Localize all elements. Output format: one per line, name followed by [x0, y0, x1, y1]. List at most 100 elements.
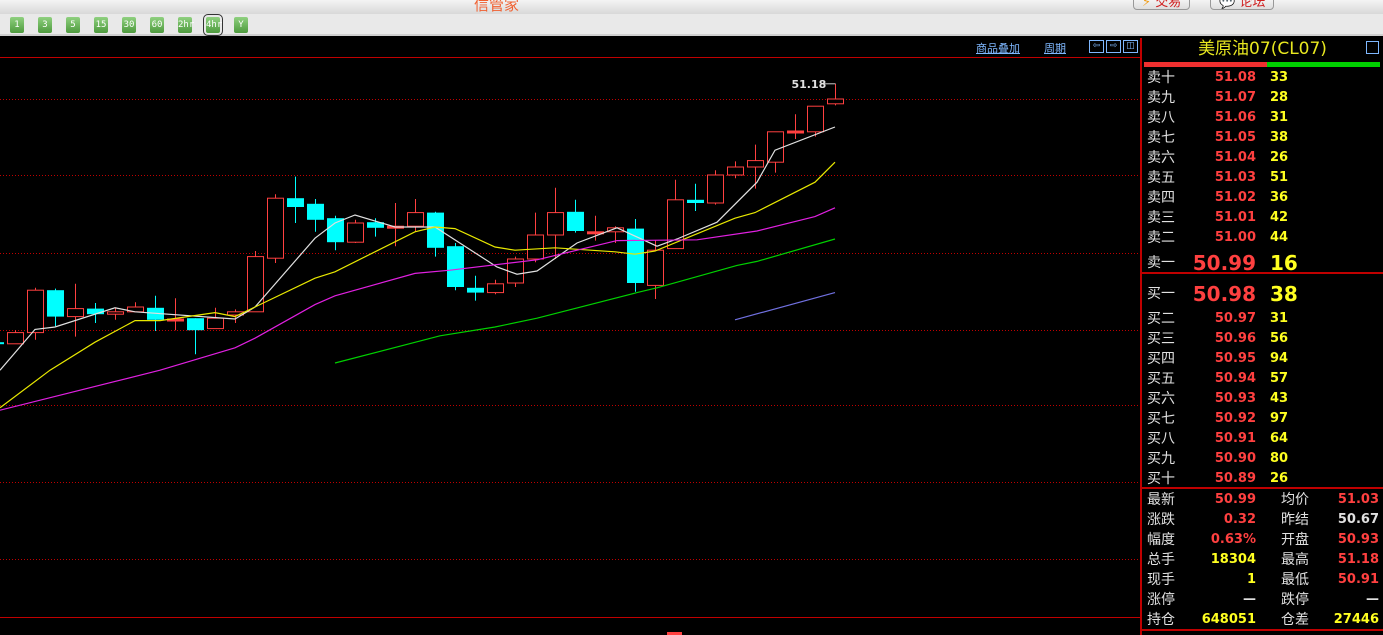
level-label: 买四 — [1147, 351, 1175, 367]
bid-row[interactable]: 买七 50.92 97 — [1142, 409, 1383, 429]
bid-row[interactable]: 买二 50.97 31 — [1142, 309, 1383, 329]
ask-row[interactable]: 卖四 51.02 36 — [1142, 188, 1383, 208]
bid-ratio-fill — [1266, 62, 1380, 67]
level-label: 卖三 — [1147, 210, 1175, 226]
stat-label: 最高 — [1281, 552, 1309, 568]
bid-row[interactable]: 买三 50.96 56 — [1142, 329, 1383, 349]
ask-row[interactable]: 卖一 50.99 16 — [1142, 253, 1383, 273]
level-label: 卖五 — [1147, 170, 1175, 186]
stat-label: 昨结 — [1281, 512, 1309, 528]
period-button-3[interactable]: 3 — [38, 17, 52, 33]
stat-row: 持仓 648051 仓差 27446 — [1142, 610, 1383, 630]
candle-body-down — [87, 308, 104, 315]
bid-row[interactable]: 买十 50.89 26 — [1142, 469, 1383, 489]
bid-row[interactable]: 买八 50.91 64 — [1142, 429, 1383, 449]
level-price: 51.05 — [1214, 130, 1256, 145]
level-price: 50.97 — [1214, 311, 1256, 326]
period-button-2hr[interactable]: 2hr — [178, 17, 194, 33]
maximize-icon[interactable] — [1366, 41, 1379, 54]
level-label: 卖七 — [1147, 130, 1175, 146]
ma-line-ma5 — [0, 126, 836, 371]
divider — [1142, 629, 1383, 631]
level-volume: 42 — [1270, 210, 1289, 225]
period-link[interactable]: 周期 — [1044, 40, 1066, 56]
stat-value: 50.67 — [1337, 512, 1379, 527]
period-button-5[interactable]: 5 — [66, 17, 80, 33]
stat-label: 涨停 — [1147, 592, 1175, 608]
level-label: 买八 — [1147, 431, 1175, 447]
stat-value: — — [1243, 592, 1256, 607]
scroll-right-icon[interactable]: ⇨ — [1106, 40, 1121, 53]
bid-row[interactable]: 买一 50.98 38 — [1142, 284, 1383, 304]
period-button-60[interactable]: 60 — [150, 17, 164, 33]
level-volume: 94 — [1270, 351, 1289, 366]
level-price: 51.01 — [1214, 210, 1256, 225]
stat-value: — — [1366, 592, 1379, 607]
level-volume: 16 — [1270, 251, 1298, 275]
ask-row[interactable]: 卖十 51.08 33 — [1142, 68, 1383, 88]
level-volume: 26 — [1270, 471, 1289, 486]
layout-icon[interactable]: ◫ — [1123, 40, 1138, 53]
level-price: 51.07 — [1214, 90, 1256, 105]
level-label: 卖四 — [1147, 190, 1175, 206]
ask-row[interactable]: 卖七 51.05 38 — [1142, 128, 1383, 148]
level-label: 卖一 — [1147, 255, 1175, 271]
divider — [1142, 272, 1383, 274]
bid-row[interactable]: 买四 50.95 94 — [1142, 349, 1383, 369]
chat-icon: 💬 — [1219, 0, 1236, 10]
title-bar: 信管家 ⚡ 交易 💬 论坛 — [0, 0, 1383, 14]
ask-row[interactable]: 卖五 51.03 51 — [1142, 168, 1383, 188]
ask-row[interactable]: 卖九 51.07 28 — [1142, 88, 1383, 108]
ask-row[interactable]: 卖八 51.06 31 — [1142, 108, 1383, 128]
stat-row: 现手 1 最低 50.91 — [1142, 570, 1383, 590]
scroll-left-icon[interactable]: ⇦ — [1089, 40, 1104, 53]
period-button-30[interactable]: 30 — [122, 17, 136, 33]
candle-body-up — [267, 197, 284, 259]
period-button-1[interactable]: 1 — [10, 17, 24, 33]
ask-row[interactable]: 卖二 51.00 44 — [1142, 228, 1383, 248]
overlay-link[interactable]: 商品叠加 — [976, 40, 1020, 56]
period-button-Y[interactable]: Y — [234, 17, 248, 33]
candle-body-up — [347, 222, 364, 243]
candle-body-up — [207, 317, 224, 330]
level-label: 买六 — [1147, 391, 1175, 407]
bid-row[interactable]: 买五 50.94 57 — [1142, 369, 1383, 389]
ask-row[interactable]: 卖六 51.04 26 — [1142, 148, 1383, 168]
candle-body-up — [487, 283, 504, 294]
candle-body-down — [467, 287, 484, 293]
bid-row[interactable]: 买六 50.93 43 — [1142, 389, 1383, 409]
stat-value: 0.63% — [1210, 532, 1256, 547]
level-label: 买十 — [1147, 471, 1175, 487]
candle-body-up — [827, 98, 844, 105]
candle-body-up — [27, 289, 44, 334]
level-volume: 31 — [1270, 110, 1289, 125]
stat-row: 最新 50.99 均价 51.03 — [1142, 490, 1383, 510]
trade-button[interactable]: ⚡ 交易 — [1133, 0, 1191, 10]
period-toolbar: 1 3 5 15 30 60 2hr 4hr Y — [0, 14, 1383, 36]
candle-body-up — [767, 131, 784, 163]
stat-value: 648051 — [1201, 612, 1256, 627]
ask-row[interactable]: 卖三 51.01 42 — [1142, 208, 1383, 228]
candle-body-down — [327, 218, 344, 243]
candlestick-chart[interactable]: 51.18 — [0, 0, 1140, 635]
divider — [1142, 487, 1383, 489]
stat-row: 幅度 0.63% 开盘 50.93 — [1142, 530, 1383, 550]
period-button-15[interactable]: 15 — [94, 17, 108, 33]
period-button-4hr[interactable]: 4hr — [203, 14, 223, 36]
level-volume: 28 — [1270, 90, 1289, 105]
stat-label: 现手 — [1147, 572, 1175, 588]
ma-line-ma60 — [734, 292, 836, 321]
bid-row[interactable]: 买九 50.90 80 — [1142, 449, 1383, 469]
candle-body-up — [407, 212, 424, 227]
stat-value: 51.03 — [1337, 492, 1379, 507]
forum-button[interactable]: 💬 论坛 — [1210, 0, 1275, 10]
stat-label: 最新 — [1147, 492, 1175, 508]
level-volume: 44 — [1270, 230, 1289, 245]
level-price: 50.98 — [1192, 282, 1256, 306]
candle-body-down — [187, 318, 204, 331]
level-label: 买二 — [1147, 311, 1175, 327]
level-volume: 26 — [1270, 150, 1289, 165]
level-price: 51.08 — [1214, 70, 1256, 85]
candle-body-up — [527, 234, 544, 260]
stat-value: 50.99 — [1214, 492, 1256, 507]
